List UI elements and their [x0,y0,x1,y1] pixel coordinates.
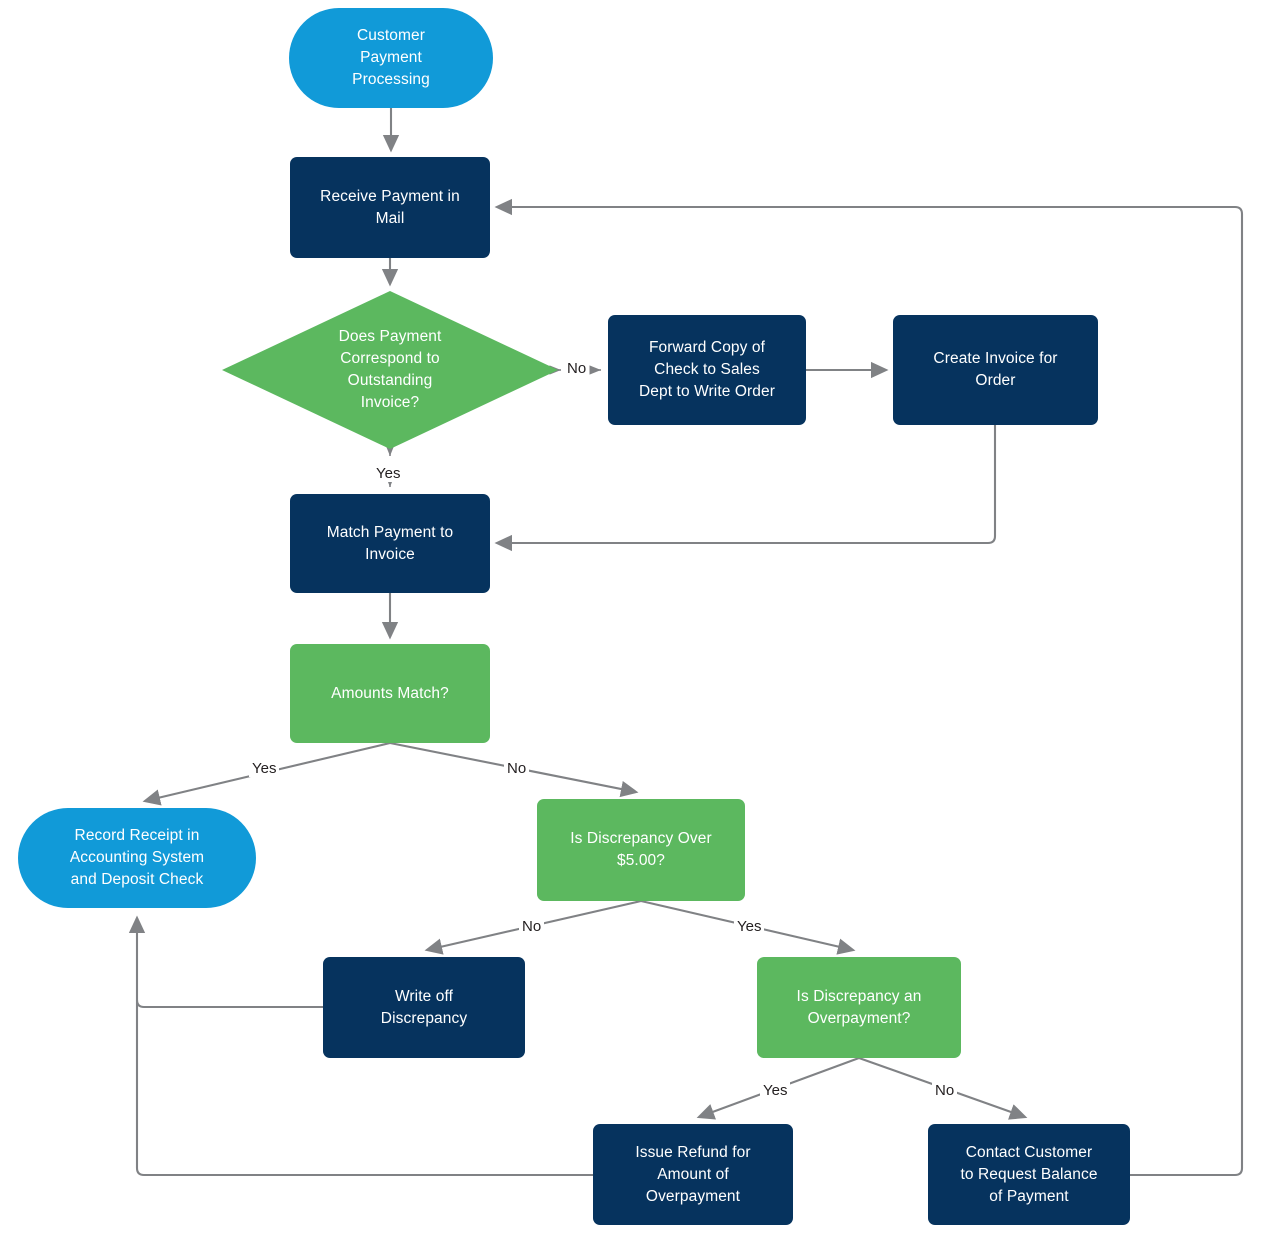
edge-label-no-correspond: No [564,360,590,377]
node-label: Forward Copy of Check to Sales Dept to W… [639,339,775,400]
node-label: Customer Payment Processing [352,27,430,88]
edge-label-no-amounts-match: No [504,760,530,777]
node-issue-refund-for-amount-of-overpayment[interactable]: Issue Refund for Amount of Overpayment [593,1124,793,1225]
node-start-customer-payment-processing[interactable]: Customer Payment Processing [289,8,493,108]
node-decision-amounts-match[interactable]: Amounts Match? [290,644,490,743]
node-decision-is-discrepancy-an-overpayment[interactable]: Is Discrepancy an Overpayment? [757,957,961,1058]
node-label: Does Payment Correspond to Outstanding I… [338,328,442,411]
node-label: Write off Discrepancy [380,987,468,1027]
edge-label-yes-amounts-match: Yes [249,760,280,777]
edge-label-yes-correspond: Yes [373,465,404,482]
node-label: Match Payment to Invoice [326,523,454,563]
node-label: Create Invoice for Order [933,350,1058,389]
node-contact-customer-to-request-balance[interactable]: Contact Customer to Request Balance of P… [928,1124,1130,1225]
node-label: Is Discrepancy Over $5.00? [570,830,712,869]
node-receive-payment-in-mail[interactable]: Receive Payment in Mail [290,157,490,258]
flowchart-canvas: Customer Payment Processing Receive Paym… [0,0,1262,1238]
edge-label-no-overpayment: No [932,1082,958,1099]
edge-label-yes-discrepancy-over: Yes [734,918,765,935]
node-label: Is Discrepancy an Overpayment? [796,987,922,1027]
node-forward-copy-of-check-to-sales-dept[interactable]: Forward Copy of Check to Sales Dept to W… [608,315,806,425]
node-label: Amounts Match? [331,684,449,702]
node-record-receipt-in-accounting-system[interactable]: Record Receipt in Accounting System and … [18,808,256,908]
node-decision-is-discrepancy-over-5-dollars[interactable]: Is Discrepancy Over $5.00? [537,799,745,901]
connector-layer [128,108,1244,1177]
edge-label-no-discrepancy-over: No [519,918,545,935]
edge-createinv-to-match [494,425,997,552]
node-decision-does-payment-correspond-to-outstanding-invoice[interactable]: Does Payment Correspond to Outstanding I… [222,291,558,449]
node-label: Record Receipt in Accounting System and … [69,827,205,888]
node-match-payment-to-invoice[interactable]: Match Payment to Invoice [290,494,490,593]
node-label: Contact Customer to Request Balance of P… [960,1143,1098,1205]
node-create-invoice-for-order[interactable]: Create Invoice for Order [893,315,1098,425]
node-write-off-discrepancy[interactable]: Write off Discrepancy [323,957,525,1058]
node-label: Receive Payment in Mail [320,187,460,227]
edge-writeoff-to-record [128,915,323,1009]
edge-label-yes-overpayment: Yes [760,1082,791,1099]
node-label: Issue Refund for Amount of Overpayment [635,1143,751,1205]
